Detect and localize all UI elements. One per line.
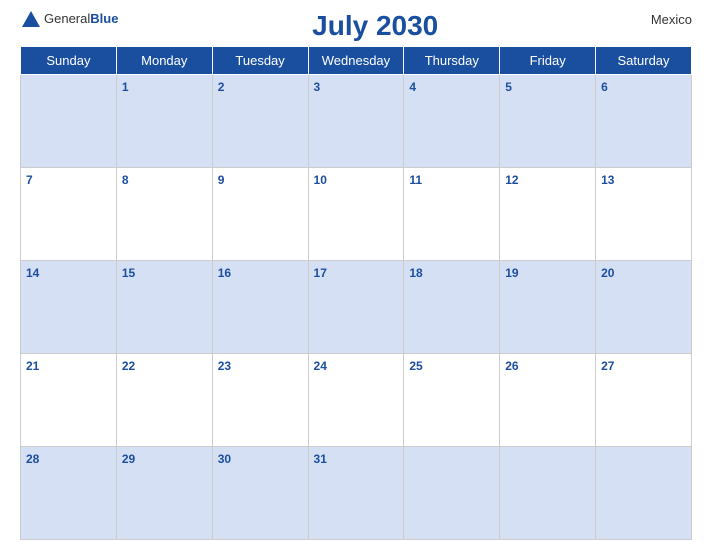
day-number: 2 <box>218 80 225 94</box>
day-number: 30 <box>218 452 231 466</box>
calendar-day-cell: 27 <box>596 354 692 447</box>
day-number: 22 <box>122 359 135 373</box>
calendar-day-cell: 4 <box>404 75 500 168</box>
calendar-day-cell: 29 <box>116 447 212 540</box>
day-number: 1 <box>122 80 129 94</box>
calendar-week-row: 1 2 3 4 5 6 <box>21 75 692 168</box>
logo-triangle-icon <box>22 11 40 27</box>
day-number: 20 <box>601 266 614 280</box>
day-number: 10 <box>314 173 327 187</box>
calendar-day-cell: 8 <box>116 168 212 261</box>
day-number: 21 <box>26 359 39 373</box>
calendar-week-row: 7 8 9 10 11 12 13 <box>21 168 692 261</box>
calendar-day-cell: 17 <box>308 261 404 354</box>
calendar-day-cell: 19 <box>500 261 596 354</box>
calendar-day-cell: 5 <box>500 75 596 168</box>
country-label: Mexico <box>632 10 692 27</box>
col-saturday: Saturday <box>596 47 692 75</box>
logo-blue-text: Blue <box>90 11 118 26</box>
calendar-table: Sunday Monday Tuesday Wednesday Thursday… <box>20 46 692 540</box>
calendar-day-cell: 7 <box>21 168 117 261</box>
day-number: 6 <box>601 80 608 94</box>
calendar-day-cell: 24 <box>308 354 404 447</box>
calendar-day-cell: 2 <box>212 75 308 168</box>
day-number: 7 <box>26 173 33 187</box>
col-wednesday: Wednesday <box>308 47 404 75</box>
calendar-day-cell: 26 <box>500 354 596 447</box>
calendar-day-cell <box>500 447 596 540</box>
calendar-body: 1234567891011121314151617181920212223242… <box>21 75 692 540</box>
day-number: 28 <box>26 452 39 466</box>
calendar-day-cell: 31 <box>308 447 404 540</box>
calendar-day-cell: 12 <box>500 168 596 261</box>
calendar-day-cell: 15 <box>116 261 212 354</box>
col-tuesday: Tuesday <box>212 47 308 75</box>
header: GeneralBlue July 2030 Mexico <box>20 10 692 42</box>
day-number: 11 <box>409 173 422 187</box>
calendar-title: July 2030 <box>118 10 632 42</box>
calendar-day-cell: 21 <box>21 354 117 447</box>
calendar-day-cell <box>596 447 692 540</box>
calendar-day-cell: 22 <box>116 354 212 447</box>
col-monday: Monday <box>116 47 212 75</box>
day-number: 15 <box>122 266 135 280</box>
calendar-week-row: 28 29 30 31 <box>21 447 692 540</box>
calendar-week-row: 14 15 16 17 18 19 20 <box>21 261 692 354</box>
day-number: 17 <box>314 266 327 280</box>
day-number: 4 <box>409 80 416 94</box>
day-number: 3 <box>314 80 321 94</box>
calendar-day-cell: 16 <box>212 261 308 354</box>
logo-general-text: General <box>44 11 90 26</box>
day-number: 9 <box>218 173 225 187</box>
day-number: 23 <box>218 359 231 373</box>
day-number: 12 <box>505 173 518 187</box>
col-thursday: Thursday <box>404 47 500 75</box>
calendar-day-cell: 23 <box>212 354 308 447</box>
calendar-day-cell: 6 <box>596 75 692 168</box>
calendar-day-cell: 28 <box>21 447 117 540</box>
col-sunday: Sunday <box>21 47 117 75</box>
calendar-day-cell: 1 <box>116 75 212 168</box>
logo-area: GeneralBlue <box>20 10 118 28</box>
day-number: 18 <box>409 266 422 280</box>
day-number: 25 <box>409 359 422 373</box>
day-number: 26 <box>505 359 518 373</box>
calendar-day-cell: 3 <box>308 75 404 168</box>
day-number: 8 <box>122 173 129 187</box>
day-number: 27 <box>601 359 614 373</box>
day-number: 13 <box>601 173 614 187</box>
calendar-day-cell: 13 <box>596 168 692 261</box>
day-number: 5 <box>505 80 512 94</box>
calendar-day-cell: 20 <box>596 261 692 354</box>
calendar-day-cell: 18 <box>404 261 500 354</box>
day-number: 29 <box>122 452 135 466</box>
calendar-day-cell: 9 <box>212 168 308 261</box>
calendar-day-cell <box>404 447 500 540</box>
calendar-day-cell <box>21 75 117 168</box>
day-number: 24 <box>314 359 327 373</box>
calendar-day-cell: 30 <box>212 447 308 540</box>
calendar-week-row: 21 22 23 24 25 26 27 <box>21 354 692 447</box>
logo-box: GeneralBlue <box>20 10 118 28</box>
calendar-day-cell: 10 <box>308 168 404 261</box>
calendar-day-cell: 14 <box>21 261 117 354</box>
day-number: 14 <box>26 266 39 280</box>
calendar-day-cell: 25 <box>404 354 500 447</box>
weekday-header-row: Sunday Monday Tuesday Wednesday Thursday… <box>21 47 692 75</box>
day-number: 19 <box>505 266 518 280</box>
day-number: 16 <box>218 266 231 280</box>
col-friday: Friday <box>500 47 596 75</box>
calendar-day-cell: 11 <box>404 168 500 261</box>
day-number: 31 <box>314 452 327 466</box>
